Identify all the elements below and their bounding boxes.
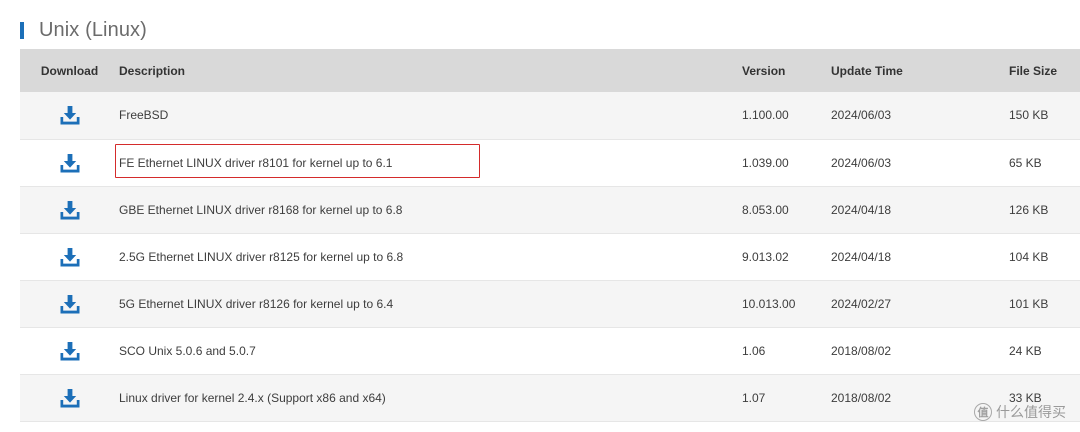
version-cell: 1.06 — [742, 343, 766, 358]
table-row: 2.5G Ethernet LINUX driver r8125 for ker… — [20, 233, 1080, 280]
file-size-cell: 104 KB — [1009, 249, 1049, 264]
download-icon[interactable] — [59, 199, 81, 221]
file-size-cell: 150 KB — [1009, 108, 1049, 123]
watermark: 值 什么值得买 — [974, 402, 1066, 422]
table-header-row: Download Description Version Update Time… — [20, 49, 1080, 92]
download-cell — [20, 327, 119, 374]
download-icon[interactable] — [59, 246, 81, 268]
download-cell — [20, 280, 119, 327]
version-cell: 9.013.02 — [742, 249, 789, 264]
update-time-cell: 2018/08/02 — [831, 343, 892, 358]
table-row: 5G Ethernet LINUX driver r8126 for kerne… — [20, 280, 1080, 327]
download-cell — [20, 139, 119, 186]
version-cell: 10.013.00 — [742, 296, 796, 311]
file-size-cell: 101 KB — [1009, 296, 1049, 311]
update-time-cell: 2024/04/18 — [831, 202, 892, 217]
header-download: Download — [40, 63, 99, 78]
update-time-cell: 2024/02/27 — [831, 296, 892, 311]
table-header: Download Description Version Update Time… — [20, 49, 1080, 92]
driver-table: Download Description Version Update Time… — [20, 49, 1080, 422]
download-cell — [20, 186, 119, 233]
table-row: FE Ethernet LINUX driver r8101 for kerne… — [20, 139, 1080, 186]
download-icon[interactable] — [59, 104, 81, 126]
table-row: FreeBSD 1.100.00 2024/06/03 150 KB — [20, 92, 1080, 139]
description-cell: 2.5G Ethernet LINUX driver r8125 for ker… — [119, 249, 404, 264]
table-body: FreeBSD 1.100.00 2024/06/03 150 KB FE Ethern… — [20, 92, 1080, 421]
section-header: Unix (Linux) — [20, 18, 147, 42]
version-cell: 8.053.00 — [742, 202, 789, 217]
table-row: Linux driver for kernel 2.4.x (Support x… — [20, 374, 1080, 421]
update-time-cell: 2024/06/03 — [831, 155, 892, 170]
download-icon[interactable] — [59, 152, 81, 174]
description-cell: FreeBSD — [119, 108, 169, 123]
driver-table-container: Download Description Version Update Time… — [20, 49, 1080, 422]
watermark-text: 什么值得买 — [996, 404, 1066, 420]
download-icon[interactable] — [59, 340, 81, 362]
version-cell: 1.100.00 — [742, 108, 789, 123]
description-cell: Linux driver for kernel 2.4.x (Support x… — [119, 390, 386, 405]
header-description: Description — [119, 63, 186, 78]
description-cell: SCO Unix 5.0.6 and 5.0.7 — [119, 343, 256, 358]
download-cell — [20, 92, 119, 139]
watermark-logo: 值 — [974, 403, 992, 421]
header-update-time: Update Time — [831, 63, 903, 78]
header-file-size: File Size — [1009, 63, 1058, 78]
update-time-cell: 2024/06/03 — [831, 108, 892, 123]
file-size-cell: 126 KB — [1009, 202, 1049, 217]
update-time-cell: 2024/04/18 — [831, 249, 892, 264]
description-cell: GBE Ethernet LINUX driver r8168 for kern… — [119, 202, 403, 217]
download-cell — [20, 374, 119, 421]
version-cell: 1.039.00 — [742, 155, 789, 170]
description-cell: FE Ethernet LINUX driver r8101 for kerne… — [119, 155, 393, 170]
download-cell — [20, 233, 119, 280]
file-size-cell: 65 KB — [1009, 155, 1042, 170]
version-cell: 1.07 — [742, 390, 766, 405]
section-title: Unix (Linux) — [39, 18, 147, 41]
table-row: GBE Ethernet LINUX driver r8168 for kern… — [20, 186, 1080, 233]
description-cell: 5G Ethernet LINUX driver r8126 for kerne… — [119, 296, 394, 311]
header-version: Version — [742, 63, 786, 78]
section-accent-bar — [20, 21, 24, 39]
download-icon[interactable] — [59, 387, 81, 409]
download-icon[interactable] — [59, 293, 81, 315]
table-row: SCO Unix 5.0.6 and 5.0.7 1.06 2018/08/02 24… — [20, 327, 1080, 374]
file-size-cell: 24 KB — [1009, 343, 1042, 358]
